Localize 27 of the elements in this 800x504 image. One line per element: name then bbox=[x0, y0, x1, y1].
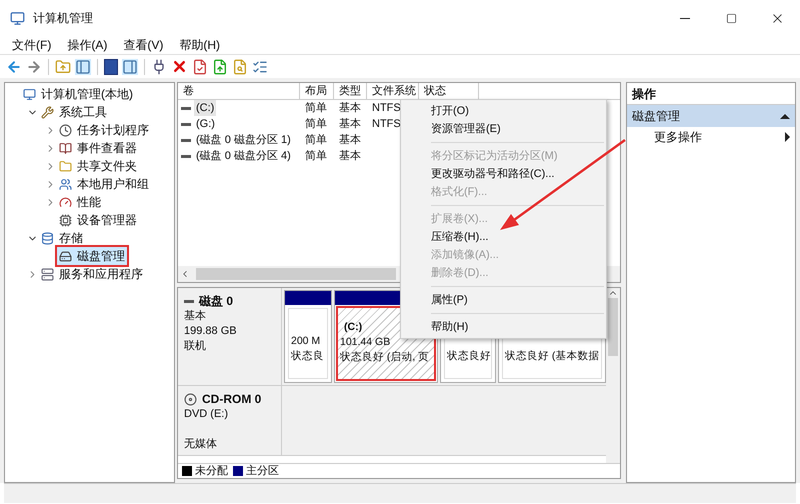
disk-name: CD-ROM 0 bbox=[202, 392, 262, 407]
table-cell-text: 简单 bbox=[304, 148, 328, 164]
table-cell-text: 基本 bbox=[338, 100, 362, 116]
disk-info: DVD (E:) bbox=[184, 407, 229, 422]
disk-name: 磁盘 0 bbox=[199, 294, 234, 309]
partition-label: 状态良好 bbox=[447, 349, 489, 364]
disk-info: 基本 bbox=[184, 309, 207, 324]
window-title: 计算机管理 bbox=[33, 10, 93, 27]
partition-label: 状态良好 (启动, 页 bbox=[340, 350, 430, 365]
table-cell-text: 简单 bbox=[304, 132, 328, 148]
legend-label: 主分区 bbox=[246, 464, 279, 479]
legend-label: 未分配 bbox=[195, 464, 228, 479]
disk-info: 联机 bbox=[184, 339, 207, 354]
table-cell-text: 基本 bbox=[338, 132, 362, 148]
table-cell-text: 简单 bbox=[304, 100, 328, 116]
table-cell-text: NTFS bbox=[371, 116, 402, 132]
partition-label: 101.44 GB bbox=[340, 335, 392, 350]
table-cell-text: NTFS bbox=[371, 100, 402, 116]
partition-label: 状态良 bbox=[291, 349, 325, 364]
disk-info: 199.88 GB bbox=[184, 324, 238, 339]
table-cell-text: 基本 bbox=[338, 148, 362, 164]
partition-label: 200 M bbox=[291, 334, 322, 349]
partition-label: (C:) bbox=[343, 320, 364, 335]
table-cell-text: 基本 bbox=[338, 116, 362, 132]
table-cell-text: 简单 bbox=[304, 116, 328, 132]
disk-info: 无媒体 bbox=[184, 437, 218, 452]
partition-label: 状态良好 (基本数据 bbox=[505, 349, 600, 364]
